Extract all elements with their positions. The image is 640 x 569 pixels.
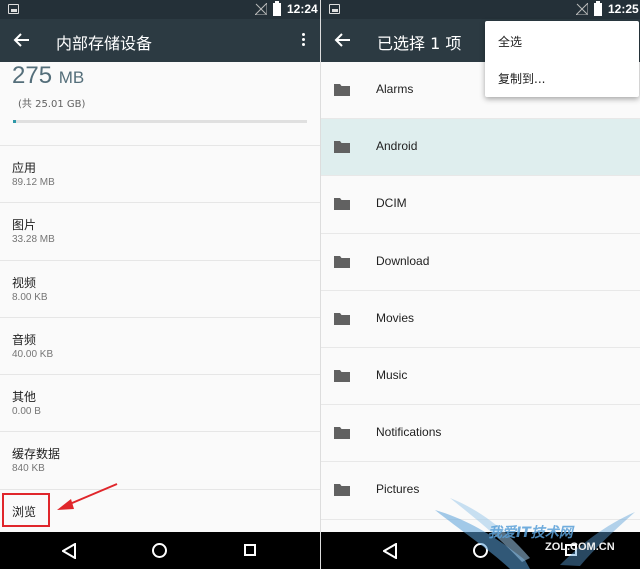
folder-icon <box>334 369 350 382</box>
folder-name: Pictures <box>376 482 420 497</box>
folder-icon <box>334 484 350 497</box>
status-bar: 12:24 <box>0 0 320 19</box>
back-arrow-icon[interactable] <box>333 30 353 50</box>
folder-row-pictures[interactable]: Pictures <box>321 462 640 520</box>
watermark-site: ZOL.COM.CN <box>545 541 615 553</box>
category-other[interactable]: 其他 0.00 B <box>0 374 320 431</box>
storage-used: 275 MB <box>12 62 84 90</box>
page-title: 内部存储设备 <box>56 34 153 53</box>
category-name: 图片 <box>12 218 37 233</box>
storage-screen: 12:24 内部存储设备 275 MB (共 25.01 GB) 应用 89.1… <box>0 0 320 569</box>
folder-row-music[interactable]: Music <box>321 348 640 406</box>
folder-name: Movies <box>376 310 415 325</box>
category-size: 840 KB <box>12 463 45 475</box>
category-name: 其他 <box>12 390 37 405</box>
category-size: 0.00 B <box>12 406 41 418</box>
category-size: 89.12 MB <box>12 177 55 188</box>
battery-icon <box>594 1 602 16</box>
category-name: 音频 <box>12 332 37 347</box>
folder-list: Alarms Android DCIM Download Movies Musi… <box>321 62 640 520</box>
category-size: 33.28 MB <box>12 234 55 246</box>
annotation-arrow-icon <box>57 483 118 510</box>
category-name: 应用 <box>12 161 37 175</box>
folder-row-download[interactable]: Download <box>321 234 640 291</box>
no-signal-icon <box>255 3 267 15</box>
folder-name: Music <box>376 367 408 382</box>
folder-icon <box>334 141 350 154</box>
category-name: 视频 <box>12 275 37 290</box>
menu-item-copy-to[interactable]: 复制到... <box>498 70 545 87</box>
file-browser-screen: 12:25 已选择 1 项 Alarms Android DCIM Downlo… <box>320 0 640 569</box>
storage-used-value: 275 <box>12 62 53 89</box>
status-time: 12:24 <box>287 2 318 16</box>
folder-icon <box>334 255 350 268</box>
storage-used-unit: MB <box>58 68 85 87</box>
battery-icon <box>273 1 281 16</box>
folder-icon <box>334 198 350 211</box>
watermark-brand: 我爱IT技术网 <box>488 525 573 541</box>
category-name: 缓存数据 <box>12 447 61 462</box>
folder-row-dcim[interactable]: DCIM <box>321 176 640 234</box>
folder-name: Alarms <box>376 82 414 96</box>
image-notification-icon <box>329 4 340 14</box>
category-videos[interactable]: 视频 8.00 KB <box>0 259 320 317</box>
folder-name: Notifications <box>376 425 442 440</box>
no-signal-icon <box>576 3 588 15</box>
folder-icon <box>334 312 350 325</box>
category-images[interactable]: 图片 33.28 MB <box>0 202 320 259</box>
storage-total: (共 25.01 GB) <box>18 99 86 110</box>
nav-back-icon[interactable] <box>383 543 397 559</box>
nav-home-icon[interactable] <box>473 543 488 558</box>
selection-count-title: 已选择 1 项 <box>377 34 462 53</box>
nav-bar <box>0 532 320 569</box>
image-notification-icon <box>8 4 19 14</box>
folder-row-notifications[interactable]: Notifications <box>321 405 640 463</box>
category-audio[interactable]: 音频 40.00 KB <box>0 316 320 374</box>
overflow-menu: 全选 复制到... <box>485 21 639 97</box>
nav-recent-icon[interactable] <box>244 544 256 556</box>
back-arrow-icon[interactable] <box>12 30 32 50</box>
folder-row-movies[interactable]: Movies <box>321 291 640 348</box>
folder-icon <box>334 427 350 440</box>
annotation-highlight-box <box>2 493 50 527</box>
folder-name: Android <box>376 139 418 154</box>
category-size: 40.00 KB <box>12 348 54 360</box>
status-time: 12:25 <box>608 2 639 16</box>
storage-progress-bar <box>13 120 307 123</box>
category-cache[interactable]: 缓存数据 840 KB <box>0 431 320 488</box>
folder-icon <box>334 84 350 96</box>
status-bar: 12:25 <box>321 0 640 19</box>
folder-name: Download <box>376 253 430 268</box>
storage-category-list: 应用 89.12 MB 图片 33.28 MB 视频 8.00 KB 音频 40… <box>0 145 320 489</box>
category-size: 8.00 KB <box>12 291 48 303</box>
app-toolbar: 内部存储设备 <box>0 19 320 62</box>
nav-back-icon[interactable] <box>62 543 76 559</box>
folder-name: DCIM <box>376 196 407 211</box>
more-options-icon[interactable] <box>297 31 309 51</box>
storage-progress-fill <box>13 120 17 123</box>
folder-row-android[interactable]: Android <box>321 119 640 177</box>
menu-item-select-all[interactable]: 全选 <box>498 33 522 50</box>
category-apps[interactable]: 应用 89.12 MB <box>0 145 320 202</box>
nav-home-icon[interactable] <box>152 543 167 558</box>
